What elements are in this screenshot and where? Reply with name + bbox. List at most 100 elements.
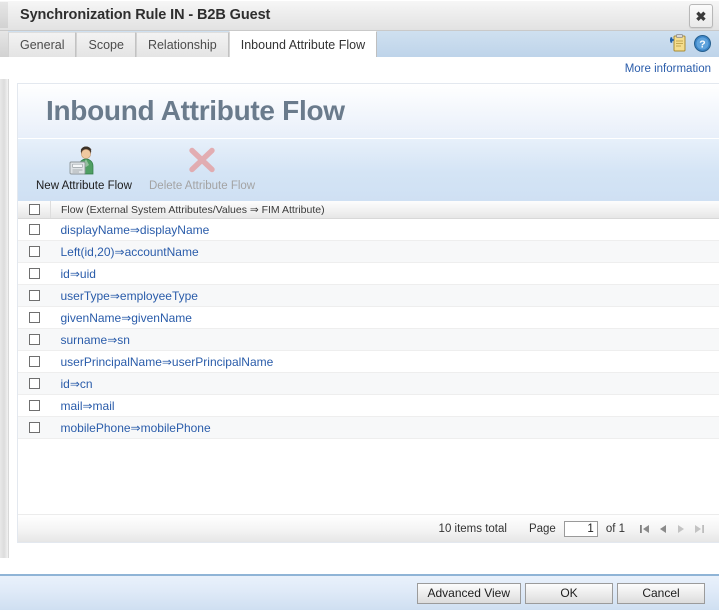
delete-attribute-flow-button[interactable]: Delete Attribute Flow [149, 143, 255, 192]
table-row: id⇒cn [18, 372, 719, 395]
ok-button[interactable]: OK [525, 582, 613, 604]
row-checkbox[interactable] [28, 334, 40, 345]
row-checkbox[interactable] [28, 422, 40, 433]
table-row: Left(id,20)⇒accountName [18, 240, 719, 263]
row-checkbox[interactable] [28, 224, 40, 235]
flow-cell: surname⇒sn [50, 328, 719, 351]
flow-cell: mail⇒mail [50, 394, 719, 417]
flow-link[interactable]: mail⇒mail [51, 399, 115, 413]
column-header-flow-label: Flow (External System Attributes/Values … [61, 203, 325, 216]
items-total-label: 10 items total [438, 522, 507, 535]
flow-link[interactable]: id⇒uid [51, 267, 96, 281]
row-checkbox[interactable] [28, 378, 40, 389]
row-select-cell [18, 284, 51, 307]
column-header-flow: Flow (External System Attributes/Values … [50, 201, 719, 219]
tab-inbound-attribute-flow[interactable]: Inbound Attribute Flow [228, 31, 378, 57]
table-row: id⇒uid [18, 262, 719, 285]
titlebar-left-edge [0, 2, 8, 28]
row-select-cell [18, 372, 51, 395]
flow-link[interactable]: surname⇒sn [51, 333, 130, 347]
previous-page-icon[interactable] [657, 523, 669, 535]
flow-cell: mobilePhone⇒mobilePhone [50, 416, 719, 439]
table-head: Flow (External System Attributes/Values … [18, 201, 719, 219]
tab-relationship[interactable]: Relationship [135, 32, 229, 57]
first-page-icon[interactable] [639, 523, 651, 535]
new-attribute-flow-label: New Attribute Flow [36, 180, 132, 192]
row-checkbox[interactable] [28, 312, 40, 323]
tabstrip-icon-group: ? [668, 34, 711, 53]
dialog-footer: Advanced View OK Cancel [0, 574, 719, 610]
more-information-row: More information [0, 58, 719, 79]
flow-cell: id⇒cn [50, 372, 719, 395]
page-number-input[interactable] [563, 520, 598, 537]
content-panel: Inbound Attribute Flow New Attribute Flo… [17, 83, 719, 543]
window-title: Synchronization Rule IN - B2B Guest [20, 7, 271, 23]
toolbar: New Attribute Flow Delete Attribute Flow [18, 138, 719, 201]
flow-link[interactable]: displayName⇒displayName [51, 223, 210, 237]
help-icon[interactable]: ? [694, 35, 711, 52]
select-all-checkbox[interactable] [28, 204, 40, 215]
row-select-cell [18, 218, 51, 241]
add-clipboard-icon[interactable] [668, 34, 687, 53]
table-row: userType⇒employeeType [18, 284, 719, 307]
row-checkbox[interactable] [28, 268, 40, 279]
delete-x-icon [185, 143, 219, 177]
attribute-flow-table: Flow (External System Attributes/Values … [18, 201, 719, 439]
flow-link[interactable]: userType⇒employeeType [51, 289, 198, 303]
page-banner: Inbound Attribute Flow [18, 84, 719, 138]
table-row: surname⇒sn [18, 328, 719, 351]
sync-rule-dialog: Synchronization Rule IN - B2B Guest ✖ Ge… [0, 0, 719, 610]
close-button[interactable]: ✖ [689, 4, 713, 28]
more-information-link[interactable]: More information [625, 63, 711, 75]
tab-general[interactable]: General [8, 32, 77, 57]
title-bar: Synchronization Rule IN - B2B Guest ✖ [0, 0, 719, 31]
advanced-view-button[interactable]: Advanced View [416, 582, 521, 604]
row-select-cell [18, 262, 51, 285]
table-row: userPrincipalName⇒userPrincipalName [18, 350, 719, 373]
flow-link[interactable]: givenName⇒givenName [51, 311, 192, 325]
table-body: displayName⇒displayName Left(id,20)⇒accou… [18, 218, 719, 439]
last-page-icon[interactable] [693, 523, 705, 535]
select-all-cell [18, 201, 51, 219]
row-select-cell [18, 394, 51, 417]
next-page-icon[interactable] [675, 523, 687, 535]
flow-cell: userType⇒employeeType [50, 284, 719, 307]
flow-link[interactable]: mobilePhone⇒mobilePhone [51, 421, 211, 435]
flow-link[interactable]: id⇒cn [51, 377, 93, 391]
row-select-cell [18, 240, 51, 263]
close-icon: ✖ [695, 8, 707, 24]
left-rail [0, 79, 9, 558]
flow-cell: displayName⇒displayName [50, 218, 719, 241]
table-header-row: Flow (External System Attributes/Values … [18, 201, 719, 219]
tabstrip-left-edge [0, 31, 8, 57]
row-checkbox[interactable] [28, 356, 40, 367]
row-checkbox[interactable] [28, 400, 40, 411]
flow-cell: Left(id,20)⇒accountName [50, 240, 719, 263]
flow-cell: id⇒uid [50, 262, 719, 285]
row-select-cell [18, 416, 51, 439]
page-label: Page [528, 522, 556, 535]
tab-scope[interactable]: Scope [76, 32, 136, 57]
flow-cell: givenName⇒givenName [50, 306, 719, 329]
flow-cell: userPrincipalName⇒userPrincipalName [50, 350, 719, 373]
row-select-cell [18, 350, 51, 373]
row-checkbox[interactable] [28, 246, 40, 257]
flow-link[interactable]: Left(id,20)⇒accountName [51, 245, 199, 259]
tab-strip: General Scope Relationship Inbound Attri… [0, 31, 719, 58]
dialog-body: Inbound Attribute Flow New Attribute Flo… [0, 79, 719, 558]
page-of-label: of 1 [605, 522, 625, 535]
pagination-arrows [639, 523, 705, 535]
table-row: mail⇒mail [18, 394, 719, 417]
row-checkbox[interactable] [28, 290, 40, 301]
delete-attribute-flow-label: Delete Attribute Flow [149, 180, 256, 192]
new-attribute-flow-button[interactable]: New Attribute Flow [36, 143, 132, 192]
table-row: givenName⇒givenName [18, 306, 719, 329]
flow-link[interactable]: userPrincipalName⇒userPrincipalName [51, 355, 274, 369]
cancel-button[interactable]: Cancel [617, 582, 705, 604]
new-user-icon [67, 143, 101, 177]
row-select-cell [18, 306, 51, 329]
row-select-cell [18, 328, 51, 351]
svg-text:?: ? [699, 39, 705, 51]
table-row: mobilePhone⇒mobilePhone [18, 416, 719, 439]
table-row: displayName⇒displayName [18, 218, 719, 241]
